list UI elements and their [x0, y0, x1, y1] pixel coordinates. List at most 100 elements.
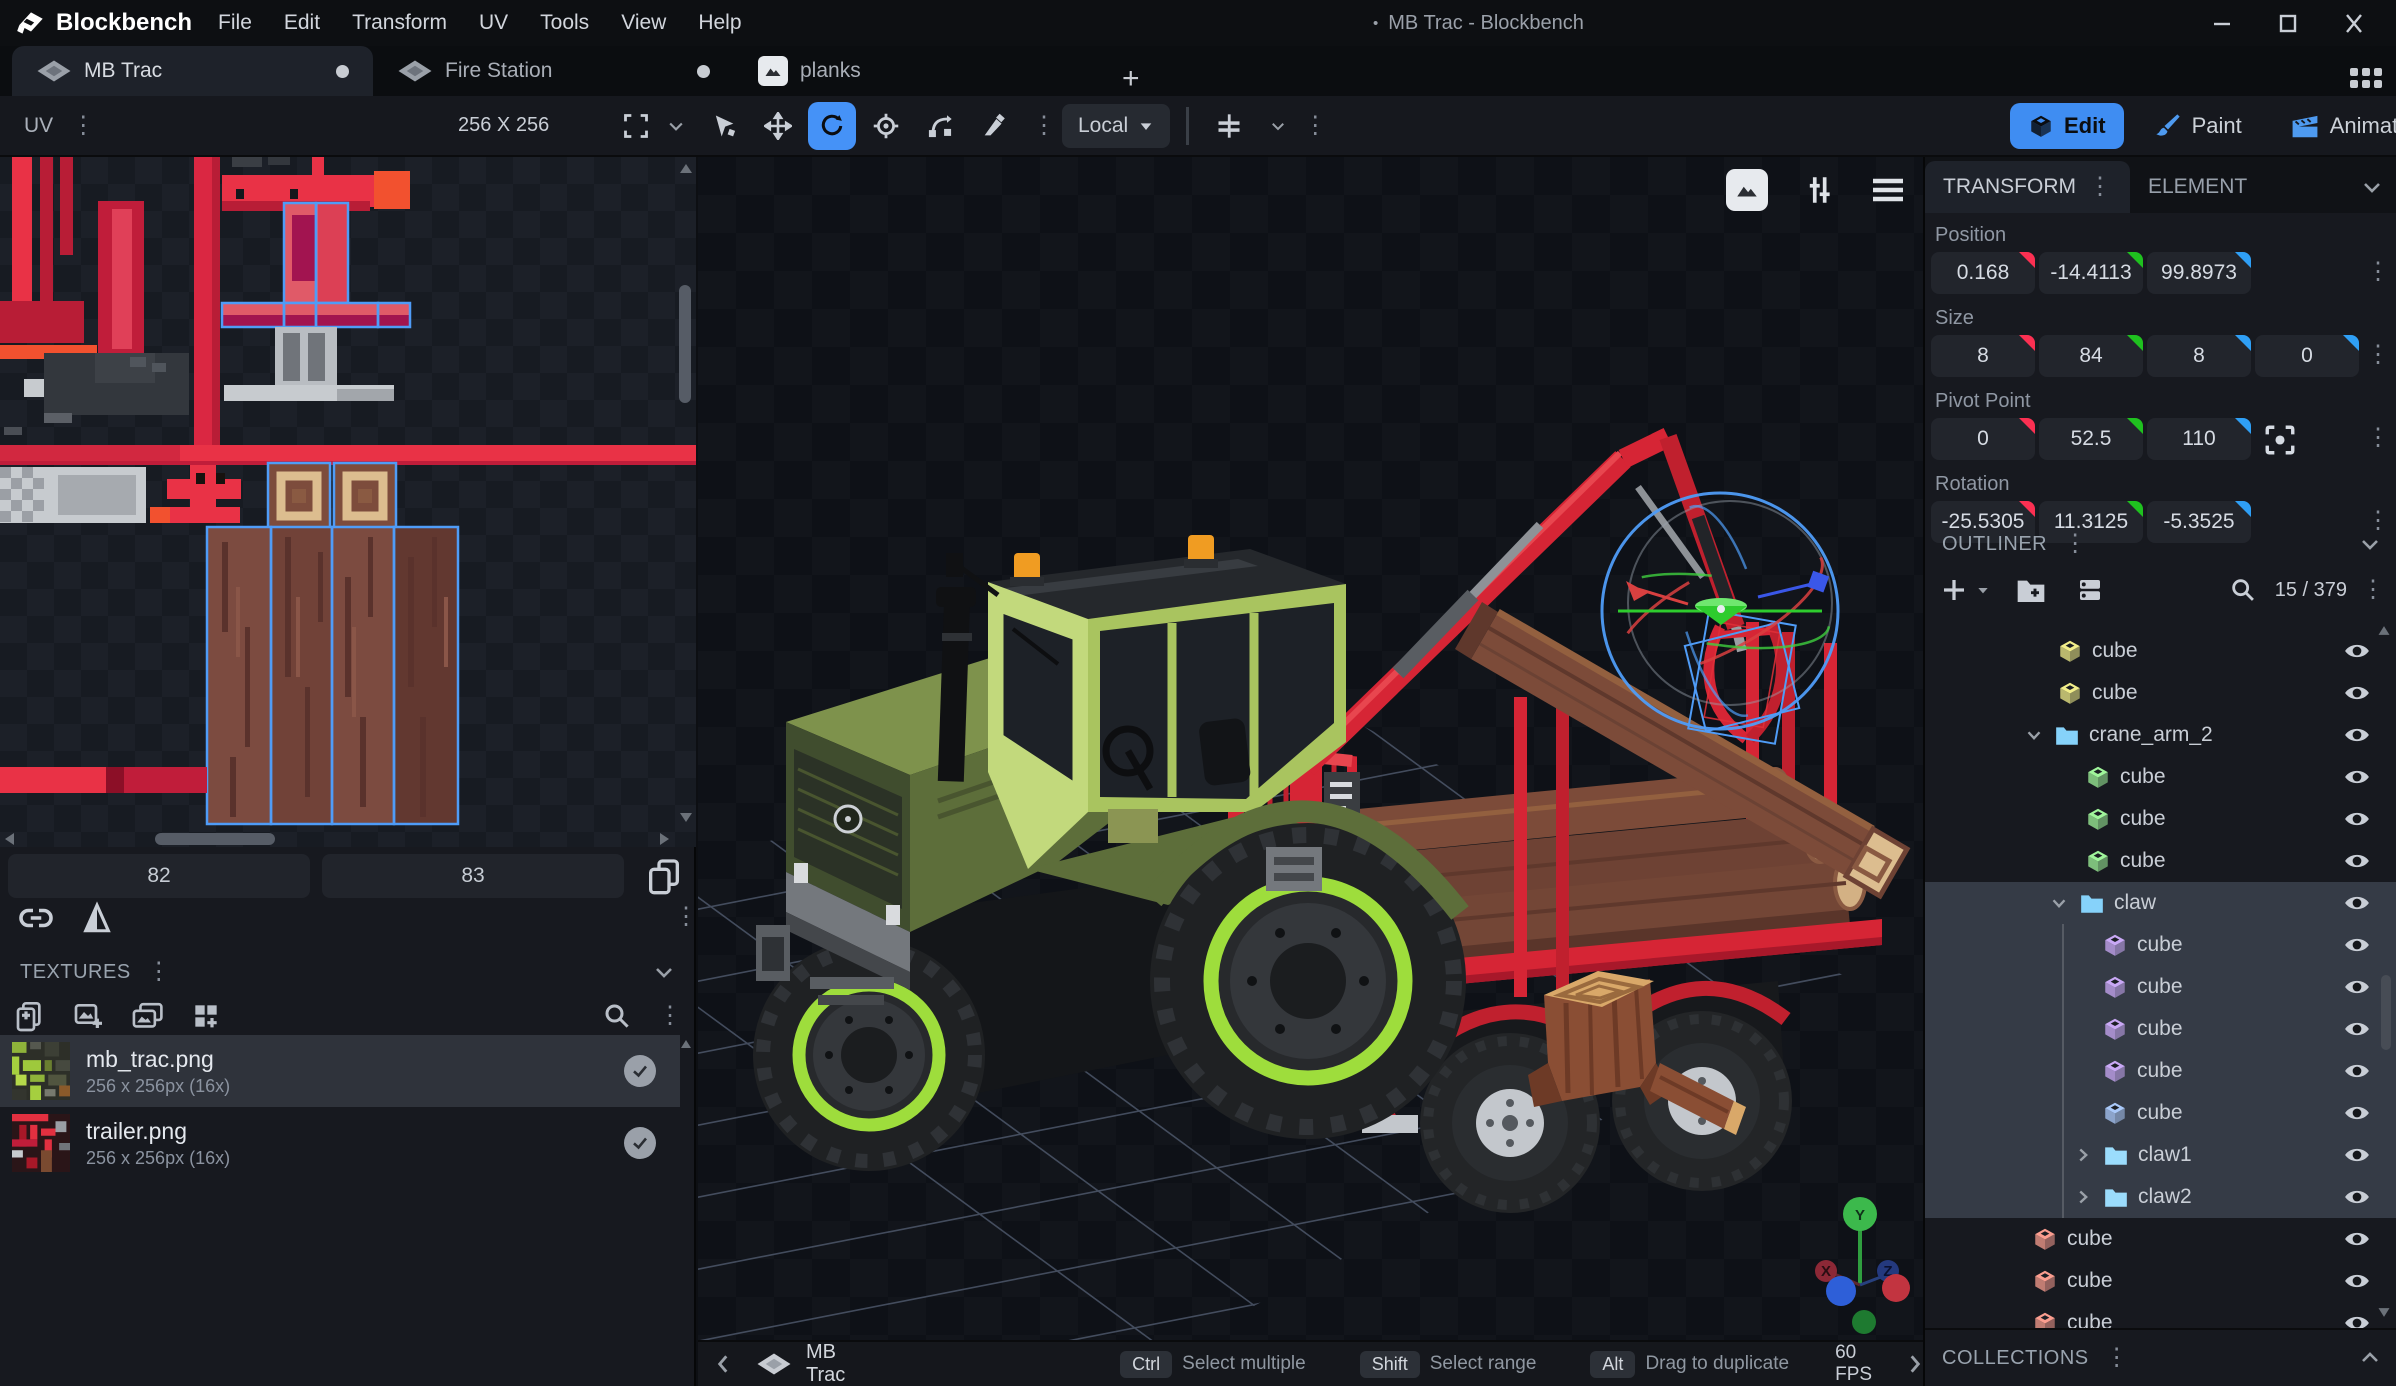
tab-planks[interactable]: planks — [734, 46, 1104, 96]
mirror-uv-icon[interactable] — [80, 900, 114, 936]
menu-help[interactable]: Help — [682, 0, 757, 46]
viewport-sliders-icon[interactable] — [1802, 173, 1836, 207]
outliner-item-cube-15[interactable]: cube — [1925, 1260, 2396, 1302]
visibility-eye-icon[interactable] — [2342, 974, 2372, 1000]
outliner-item-cube-9[interactable]: cube — [1925, 1008, 2396, 1050]
outliner-item-cube-11[interactable]: cube — [1925, 1092, 2396, 1134]
size-y-input[interactable]: 84 — [2039, 335, 2143, 377]
link-uv-icon[interactable] — [18, 900, 54, 936]
chevron-down-icon[interactable] — [2358, 532, 2382, 556]
pivot-point-x-input[interactable]: 0 — [1931, 418, 2035, 460]
copy-uv-icon[interactable] — [644, 856, 684, 896]
rotate-tool[interactable] — [808, 102, 856, 150]
menu-file[interactable]: File — [202, 0, 268, 46]
collections-menu[interactable]: ⋮ — [2105, 1346, 2129, 1370]
chevron-down-icon[interactable] — [666, 116, 686, 136]
outliner-item-cube-1[interactable]: cube — [1925, 672, 2396, 714]
tab-fire-station[interactable]: Fire Station — [373, 46, 734, 96]
visibility-eye-icon[interactable] — [2342, 638, 2372, 664]
visibility-eye-icon[interactable] — [2342, 1142, 2372, 1168]
apps-grid-icon[interactable] — [2350, 68, 2382, 88]
background-image-icon[interactable] — [1726, 169, 1768, 211]
collections-header[interactable]: COLLECTIONS ⋮ — [1925, 1328, 2396, 1386]
outliner-scroll-down-icon[interactable] — [2377, 1307, 2391, 1318]
uv-row-menu[interactable]: ⋮ — [674, 905, 698, 929]
outliner-item-cube-10[interactable]: cube — [1925, 1050, 2396, 1092]
tab-element[interactable]: ELEMENT — [2130, 161, 2265, 213]
import-texture-icon[interactable] — [72, 1000, 104, 1032]
position-y-input[interactable]: -14.4113 — [2039, 252, 2143, 294]
visibility-eye-icon[interactable] — [2342, 1310, 2372, 1328]
chevron-up-icon[interactable] — [2358, 1346, 2382, 1370]
chevron-down-icon[interactable] — [2048, 892, 2070, 914]
outliner-item-cube-16[interactable]: cube — [1925, 1302, 2396, 1328]
textures-menu[interactable]: ⋮ — [147, 960, 171, 984]
outliner-toolbar-menu[interactable]: ⋮ — [2361, 578, 2385, 602]
import-images-icon[interactable] — [130, 1000, 164, 1032]
new-tab-button[interactable]: + — [1104, 62, 1158, 96]
visibility-eye-icon[interactable] — [2342, 932, 2372, 958]
size-x-input[interactable]: 8 — [1931, 335, 2035, 377]
toggle-list-icon[interactable] — [2075, 575, 2105, 605]
viewport-menu-icon[interactable] — [1870, 175, 1906, 205]
outliner-item-cube-5[interactable]: cube — [1925, 840, 2396, 882]
rotation-gizmo[interactable] — [1601, 493, 1840, 729]
outliner-item-claw2-13[interactable]: claw2 — [1925, 1176, 2396, 1218]
texture-scroll-up-icon[interactable] — [680, 1039, 692, 1049]
transform-menu[interactable]: ⋮ — [2088, 175, 2112, 199]
visibility-eye-icon[interactable] — [2342, 680, 2372, 706]
visibility-eye-icon[interactable] — [2342, 848, 2372, 874]
textures-toolbar-menu[interactable]: ⋮ — [658, 1004, 682, 1028]
visibility-eye-icon[interactable] — [2342, 1058, 2372, 1084]
tab-mb-trac[interactable]: MB Trac — [12, 46, 373, 96]
texture-enabled-check-icon[interactable] — [624, 1055, 656, 1087]
outliner-item-cube-0[interactable]: cube — [1925, 630, 2396, 672]
position-z-input[interactable]: 99.8973 — [2147, 252, 2251, 294]
mode-animate-button[interactable]: Animate — [2272, 103, 2396, 149]
visibility-eye-icon[interactable] — [2342, 1268, 2372, 1294]
minimize-button[interactable] — [2202, 3, 2242, 43]
outliner-item-cube-7[interactable]: cube — [1925, 924, 2396, 966]
add-dropdown-chevron[interactable] — [1975, 582, 1991, 598]
tools-overflow-menu[interactable]: ⋮ — [1032, 114, 1056, 138]
space-mode-dropdown[interactable]: Local — [1062, 104, 1170, 148]
outliner-item-cube-3[interactable]: cube — [1925, 756, 2396, 798]
maximize-button[interactable] — [2268, 3, 2308, 43]
visibility-eye-icon[interactable] — [2342, 1016, 2372, 1042]
visibility-eye-icon[interactable] — [2342, 1226, 2372, 1252]
menu-tools[interactable]: Tools — [524, 0, 605, 46]
position-x-input[interactable]: 0.168 — [1931, 252, 2035, 294]
mode-paint-button[interactable]: Paint — [2136, 103, 2260, 149]
visibility-eye-icon[interactable] — [2342, 764, 2372, 790]
pivot-point-y-input[interactable]: 52.5 — [2039, 418, 2143, 460]
collapse-panel-chevron[interactable] — [2360, 175, 2384, 199]
row-options-menu[interactable]: ⋮ — [2366, 260, 2390, 284]
texture-grid-icon[interactable] — [190, 1000, 222, 1032]
outliner-item-cube-4[interactable]: cube — [1925, 798, 2396, 840]
uv-v-input[interactable]: 83 — [322, 854, 624, 898]
outliner-search-icon[interactable] — [2229, 576, 2257, 604]
size-w-input[interactable]: 0 — [2255, 335, 2359, 377]
pivot-point-z-input[interactable]: 110 — [2147, 418, 2251, 460]
visibility-eye-icon[interactable] — [2342, 1184, 2372, 1210]
texture-row-trailer.png[interactable]: trailer.png256 x 256px (16x) — [0, 1107, 680, 1179]
prev-model-chevron[interactable] — [714, 1353, 732, 1375]
outliner-item-claw1-12[interactable]: claw1 — [1925, 1134, 2396, 1176]
mirror-overflow-menu[interactable]: ⋮ — [1303, 114, 1327, 138]
outliner-item-cube-14[interactable]: cube — [1925, 1218, 2396, 1260]
row-options-menu[interactable]: ⋮ — [2366, 343, 2390, 367]
visibility-eye-icon[interactable] — [2342, 722, 2372, 748]
mode-edit-button[interactable]: Edit — [2010, 103, 2124, 149]
knife-tool[interactable] — [970, 102, 1018, 150]
outliner-item-crane_arm_2-2[interactable]: crane_arm_2 — [1925, 714, 2396, 756]
menu-uv[interactable]: UV — [463, 0, 524, 46]
chevron-right-icon[interactable] — [2072, 1186, 2094, 1208]
move-tool[interactable] — [754, 102, 802, 150]
tab-transform[interactable]: TRANSFORM ⋮ — [1925, 161, 2130, 213]
menu-edit[interactable]: Edit — [268, 0, 336, 46]
add-group-icon[interactable] — [2015, 575, 2047, 605]
outliner-item-cube-8[interactable]: cube — [1925, 966, 2396, 1008]
row-options-menu[interactable]: ⋮ — [2366, 509, 2390, 533]
next-model-chevron[interactable] — [1906, 1353, 1924, 1375]
focus-pivot-button[interactable] — [2263, 418, 2297, 462]
